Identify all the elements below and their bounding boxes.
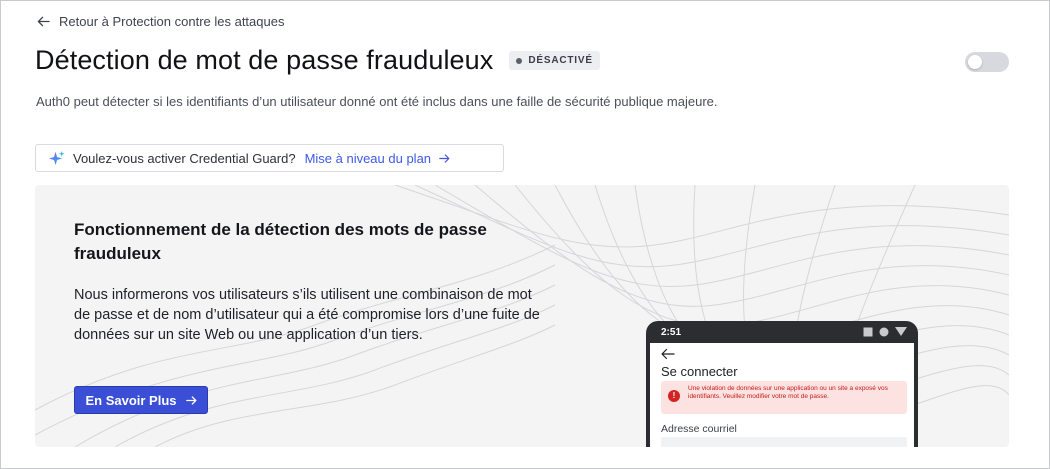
learn-more-button-label[interactable]: En Savoir Plus <box>85 393 176 408</box>
page-description: Auth0 peut détecter si les identifiants … <box>36 94 718 109</box>
info-panel: Fonctionnement de la détection des mots … <box>35 185 1009 447</box>
title-row: Détection de mot de passe frauduleux DÉS… <box>35 45 600 76</box>
upgrade-question: Voulez-vous activer Credential Guard? <box>73 150 296 166</box>
feature-toggle[interactable] <box>965 52 1009 72</box>
square-icon <box>863 327 873 337</box>
alert-icon: ! <box>668 390 680 402</box>
arrow-right-icon <box>439 153 450 163</box>
email-field[interactable] <box>661 437 907 447</box>
back-link[interactable]: Retour à Protection contre les attaques <box>37 14 284 29</box>
app-frame: Retour à Protection contre les attaques … <box>0 0 1050 469</box>
learn-more-button[interactable]: En Savoir Plus <box>74 386 208 414</box>
page-title: Détection de mot de passe frauduleux <box>35 45 494 75</box>
toggle-knob <box>968 55 982 69</box>
circle-icon <box>879 327 889 337</box>
signin-title: Se connecter <box>661 364 738 379</box>
phone-status-icons <box>863 327 907 337</box>
status-badge-label: DÉSACTIVÉ <box>528 55 593 66</box>
status-dot-icon <box>516 57 523 64</box>
email-label: Adresse courriel <box>661 423 737 435</box>
phone-screen: Se connecter ! Une violation de données … <box>650 343 914 447</box>
upgrade-banner: Voulez-vous activer Credential Guard? Mi… <box>35 144 504 172</box>
panel-heading: Fonctionnement de la détection des mots … <box>74 220 487 263</box>
status-badge: DÉSACTIVÉ <box>509 51 600 70</box>
phone-status-bar: 2:51 <box>646 321 918 343</box>
phone-time: 2:51 <box>661 326 682 338</box>
breach-alert: ! Une violation de données sur une appli… <box>661 381 907 414</box>
arrow-left-icon <box>661 348 675 360</box>
sparkle-icon <box>48 150 65 165</box>
upgrade-plan-link[interactable]: Mise à niveau du plan <box>305 151 450 166</box>
upgrade-plan-link-label[interactable]: Mise à niveau du plan <box>305 151 431 166</box>
triangle-icon <box>895 327 907 336</box>
alert-text: Une violation de données sur une applica… <box>688 385 888 400</box>
phone-mockup: 2:51 Se connecter ! Une violation de don… <box>646 321 918 447</box>
panel-body-text: Nous informerons vos utilisateurs s’ils … <box>74 287 540 343</box>
back-link-label[interactable]: Retour à Protection contre les attaques <box>59 14 284 29</box>
arrow-right-icon <box>185 395 196 405</box>
arrow-left-icon <box>37 16 50 27</box>
